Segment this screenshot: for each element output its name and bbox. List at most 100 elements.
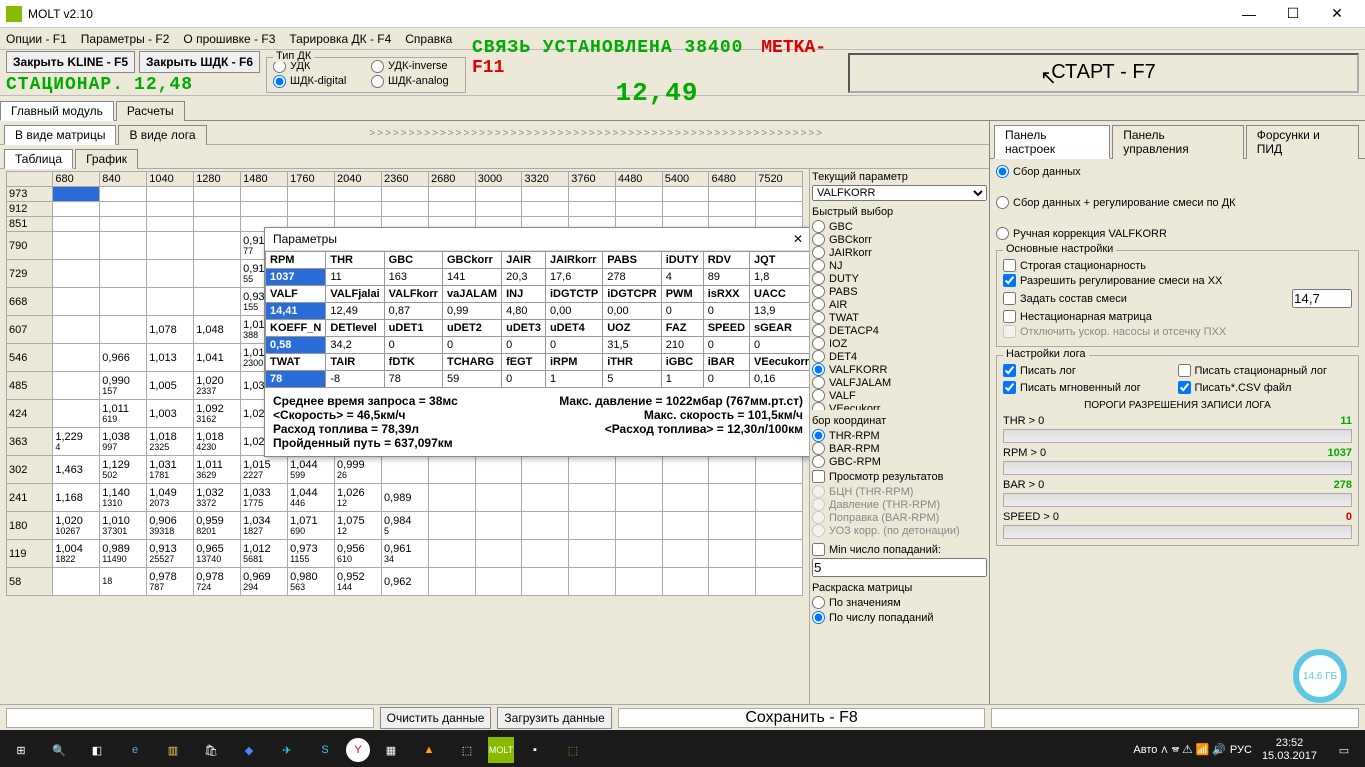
search-icon[interactable]: 🔍 (42, 734, 76, 766)
res-0: БЦН (THR-RPM) (812, 485, 987, 498)
app1-icon[interactable]: ◆ (232, 734, 266, 766)
menu-firmware[interactable]: О прошивке - F3 (183, 32, 275, 46)
quick-PABS[interactable]: PABS (812, 285, 987, 298)
tab-main-module[interactable]: Главный модуль (0, 101, 114, 121)
quick-AIR[interactable]: AIR (812, 298, 987, 311)
min-hits-input[interactable] (812, 558, 987, 577)
quick-VALF[interactable]: VALF (812, 389, 987, 402)
aimp-icon[interactable]: ▲ (412, 734, 446, 766)
menu-help[interactable]: Справка (405, 32, 452, 46)
right-tabs: Панель настроек Панель управления Форсун… (990, 121, 1365, 159)
tab-matrix-view[interactable]: В виде матрицы (4, 125, 116, 145)
quick-IOZ[interactable]: IOZ (812, 337, 987, 350)
clock[interactable]: 23:5215.03.2017 (1256, 737, 1323, 763)
quick-TWAT[interactable]: TWAT (812, 311, 987, 324)
save-button[interactable]: Сохранить - F8 (618, 708, 986, 728)
quick-VALFKORR[interactable]: VALFKORR (812, 363, 987, 376)
mode-collect[interactable]: Сбор данных (996, 165, 1359, 178)
current-param-select[interactable]: VALFKORR (812, 185, 987, 201)
tray-icons[interactable]: 🕿 ⚠ 📶 🔊 (1172, 743, 1226, 757)
quick-VALFJALAM[interactable]: VALFJALAM (812, 376, 987, 389)
close-kline-button[interactable]: Закрыть KLINE - F5 (6, 51, 135, 73)
menu-params[interactable]: Параметры - F2 (81, 32, 170, 46)
minimize-button[interactable]: — (1227, 3, 1271, 25)
quick-NJ[interactable]: NJ (812, 259, 987, 272)
results-check[interactable]: Просмотр результатов (812, 470, 987, 483)
yandex-icon[interactable]: Y (346, 738, 370, 762)
axes-1[interactable]: BAR-RPM (812, 442, 987, 455)
chk-station-log[interactable]: Писать стационарный лог (1178, 364, 1353, 377)
tab-calculations[interactable]: Расчеты (116, 101, 185, 121)
menu-calibration[interactable]: Тарировка ДК - F4 (289, 32, 391, 46)
slider-BAR > 0[interactable]: BAR > 0278 (1003, 479, 1352, 507)
tab-log-view[interactable]: В виде лога (118, 125, 206, 145)
load-data-button[interactable]: Загрузить данные (497, 707, 611, 729)
notifications-icon[interactable]: ▭ (1327, 734, 1361, 766)
quick-DUTY[interactable]: DUTY (812, 272, 987, 285)
mode-collect-reg[interactable]: Сбор данных + регулирование смеси по ДК (996, 196, 1359, 209)
maximize-button[interactable]: ☐ (1271, 3, 1315, 25)
ecu-icon[interactable]: ⬚ (556, 734, 590, 766)
chk-write-log[interactable]: Писать лог (1003, 364, 1178, 377)
mix-value-input[interactable] (1292, 289, 1352, 308)
menu-options[interactable]: Опции - F1 (6, 32, 67, 46)
bottom-bar: Очистить данные Загрузить данные Сохрани… (0, 704, 1365, 730)
connection-status: СВЯЗЬ УСТАНОВЛЕНА 38400 (472, 38, 743, 58)
color-by-hits[interactable]: По числу попаданий (812, 611, 987, 624)
axes-label: бор координат (812, 415, 987, 427)
explorer-icon[interactable]: ▥ (156, 734, 190, 766)
bottom-spacer-1 (6, 708, 374, 728)
axes-2[interactable]: GBC-RPM (812, 455, 987, 468)
quick-JAIRkorr[interactable]: JAIRkorr (812, 246, 987, 259)
tab-control-panel[interactable]: Панель управления (1112, 125, 1244, 159)
tray-overflow-icon[interactable]: ᐱ (1161, 745, 1167, 756)
quick-VEecukorr[interactable]: VEecukorr (812, 402, 987, 410)
start-button[interactable]: СТАРТ - F7 ↖ (848, 53, 1359, 93)
slider-THR > 0[interactable]: THR > 011 (1003, 415, 1352, 443)
calc-icon[interactable]: ▦ (374, 734, 408, 766)
color-by-value[interactable]: По значениям (812, 596, 987, 609)
chk-allow-xx[interactable]: Разрешить регулирование смеси на ХХ (1003, 274, 1352, 287)
cmd-icon[interactable]: ▪ (518, 734, 552, 766)
tab-settings-panel[interactable]: Панель настроек (994, 125, 1110, 159)
slider-SPEED > 0[interactable]: SPEED > 00 (1003, 511, 1352, 539)
dk-udk-inv[interactable]: УДК-inverse (371, 60, 459, 73)
min-hits-check[interactable]: Min число попаданий: (812, 543, 987, 556)
quick-DETACP4[interactable]: DETACP4 (812, 324, 987, 337)
molt-icon[interactable]: MOLT (488, 737, 514, 763)
auto-label[interactable]: Авто (1133, 744, 1157, 756)
slider-RPM > 0[interactable]: RPM > 01037 (1003, 447, 1352, 475)
telegram-icon[interactable]: ✈ (270, 734, 304, 766)
tab-chart[interactable]: График (75, 149, 138, 169)
lang-indicator[interactable]: РУС (1230, 744, 1252, 756)
res-3: УОЗ корр. (по детонации) (812, 524, 987, 537)
chk-instant-log[interactable]: Писать мгновенный лог (1003, 381, 1178, 394)
close-button[interactable]: ✕ (1315, 3, 1359, 25)
popup-close-icon[interactable]: ✕ (793, 232, 803, 246)
axes-0[interactable]: THR-RPM (812, 429, 987, 442)
taskview-icon[interactable]: ◧ (80, 734, 114, 766)
quick-GBC[interactable]: GBC (812, 220, 987, 233)
store-icon[interactable]: 🛍 (194, 734, 228, 766)
quick-GBCkorr[interactable]: GBCkorr (812, 233, 987, 246)
mid-panel: Текущий параметр VALFKORR Быстрый выбор … (809, 169, 989, 704)
start-icon[interactable]: ⊞ (4, 734, 38, 766)
clear-data-button[interactable]: Очистить данные (380, 707, 492, 729)
dk-shdk-dig[interactable]: ШДК-digital (273, 75, 361, 88)
chk-disable-pump: Отключить ускор. насосы и отсечку ПХХ (1003, 325, 1352, 338)
chip-icon[interactable]: ⬚ (450, 734, 484, 766)
close-shdk-button[interactable]: Закрыть ШДК - F6 (139, 51, 260, 73)
tab-injectors[interactable]: Форсунки и ПИД (1246, 125, 1359, 159)
afr-value: 12,49 (615, 78, 698, 108)
chk-strict[interactable]: Строгая стационарность (1003, 259, 1352, 272)
window-title: MOLT v2.10 (28, 7, 93, 21)
chk-mix[interactable]: Задать состав смеси (1003, 289, 1352, 308)
edge-icon[interactable]: e (118, 734, 152, 766)
dk-shdk-ana[interactable]: ШДК-analog (371, 75, 459, 88)
chk-nonstation[interactable]: Нестационарная матрица (1003, 310, 1352, 323)
quick-DET4[interactable]: DET4 (812, 350, 987, 363)
mode-manual[interactable]: Ручная коррекция VALFKORR (996, 227, 1359, 240)
chk-csv[interactable]: Писать*.CSV файл (1178, 381, 1353, 394)
tab-table[interactable]: Таблица (4, 149, 73, 169)
skype-icon[interactable]: S (308, 734, 342, 766)
